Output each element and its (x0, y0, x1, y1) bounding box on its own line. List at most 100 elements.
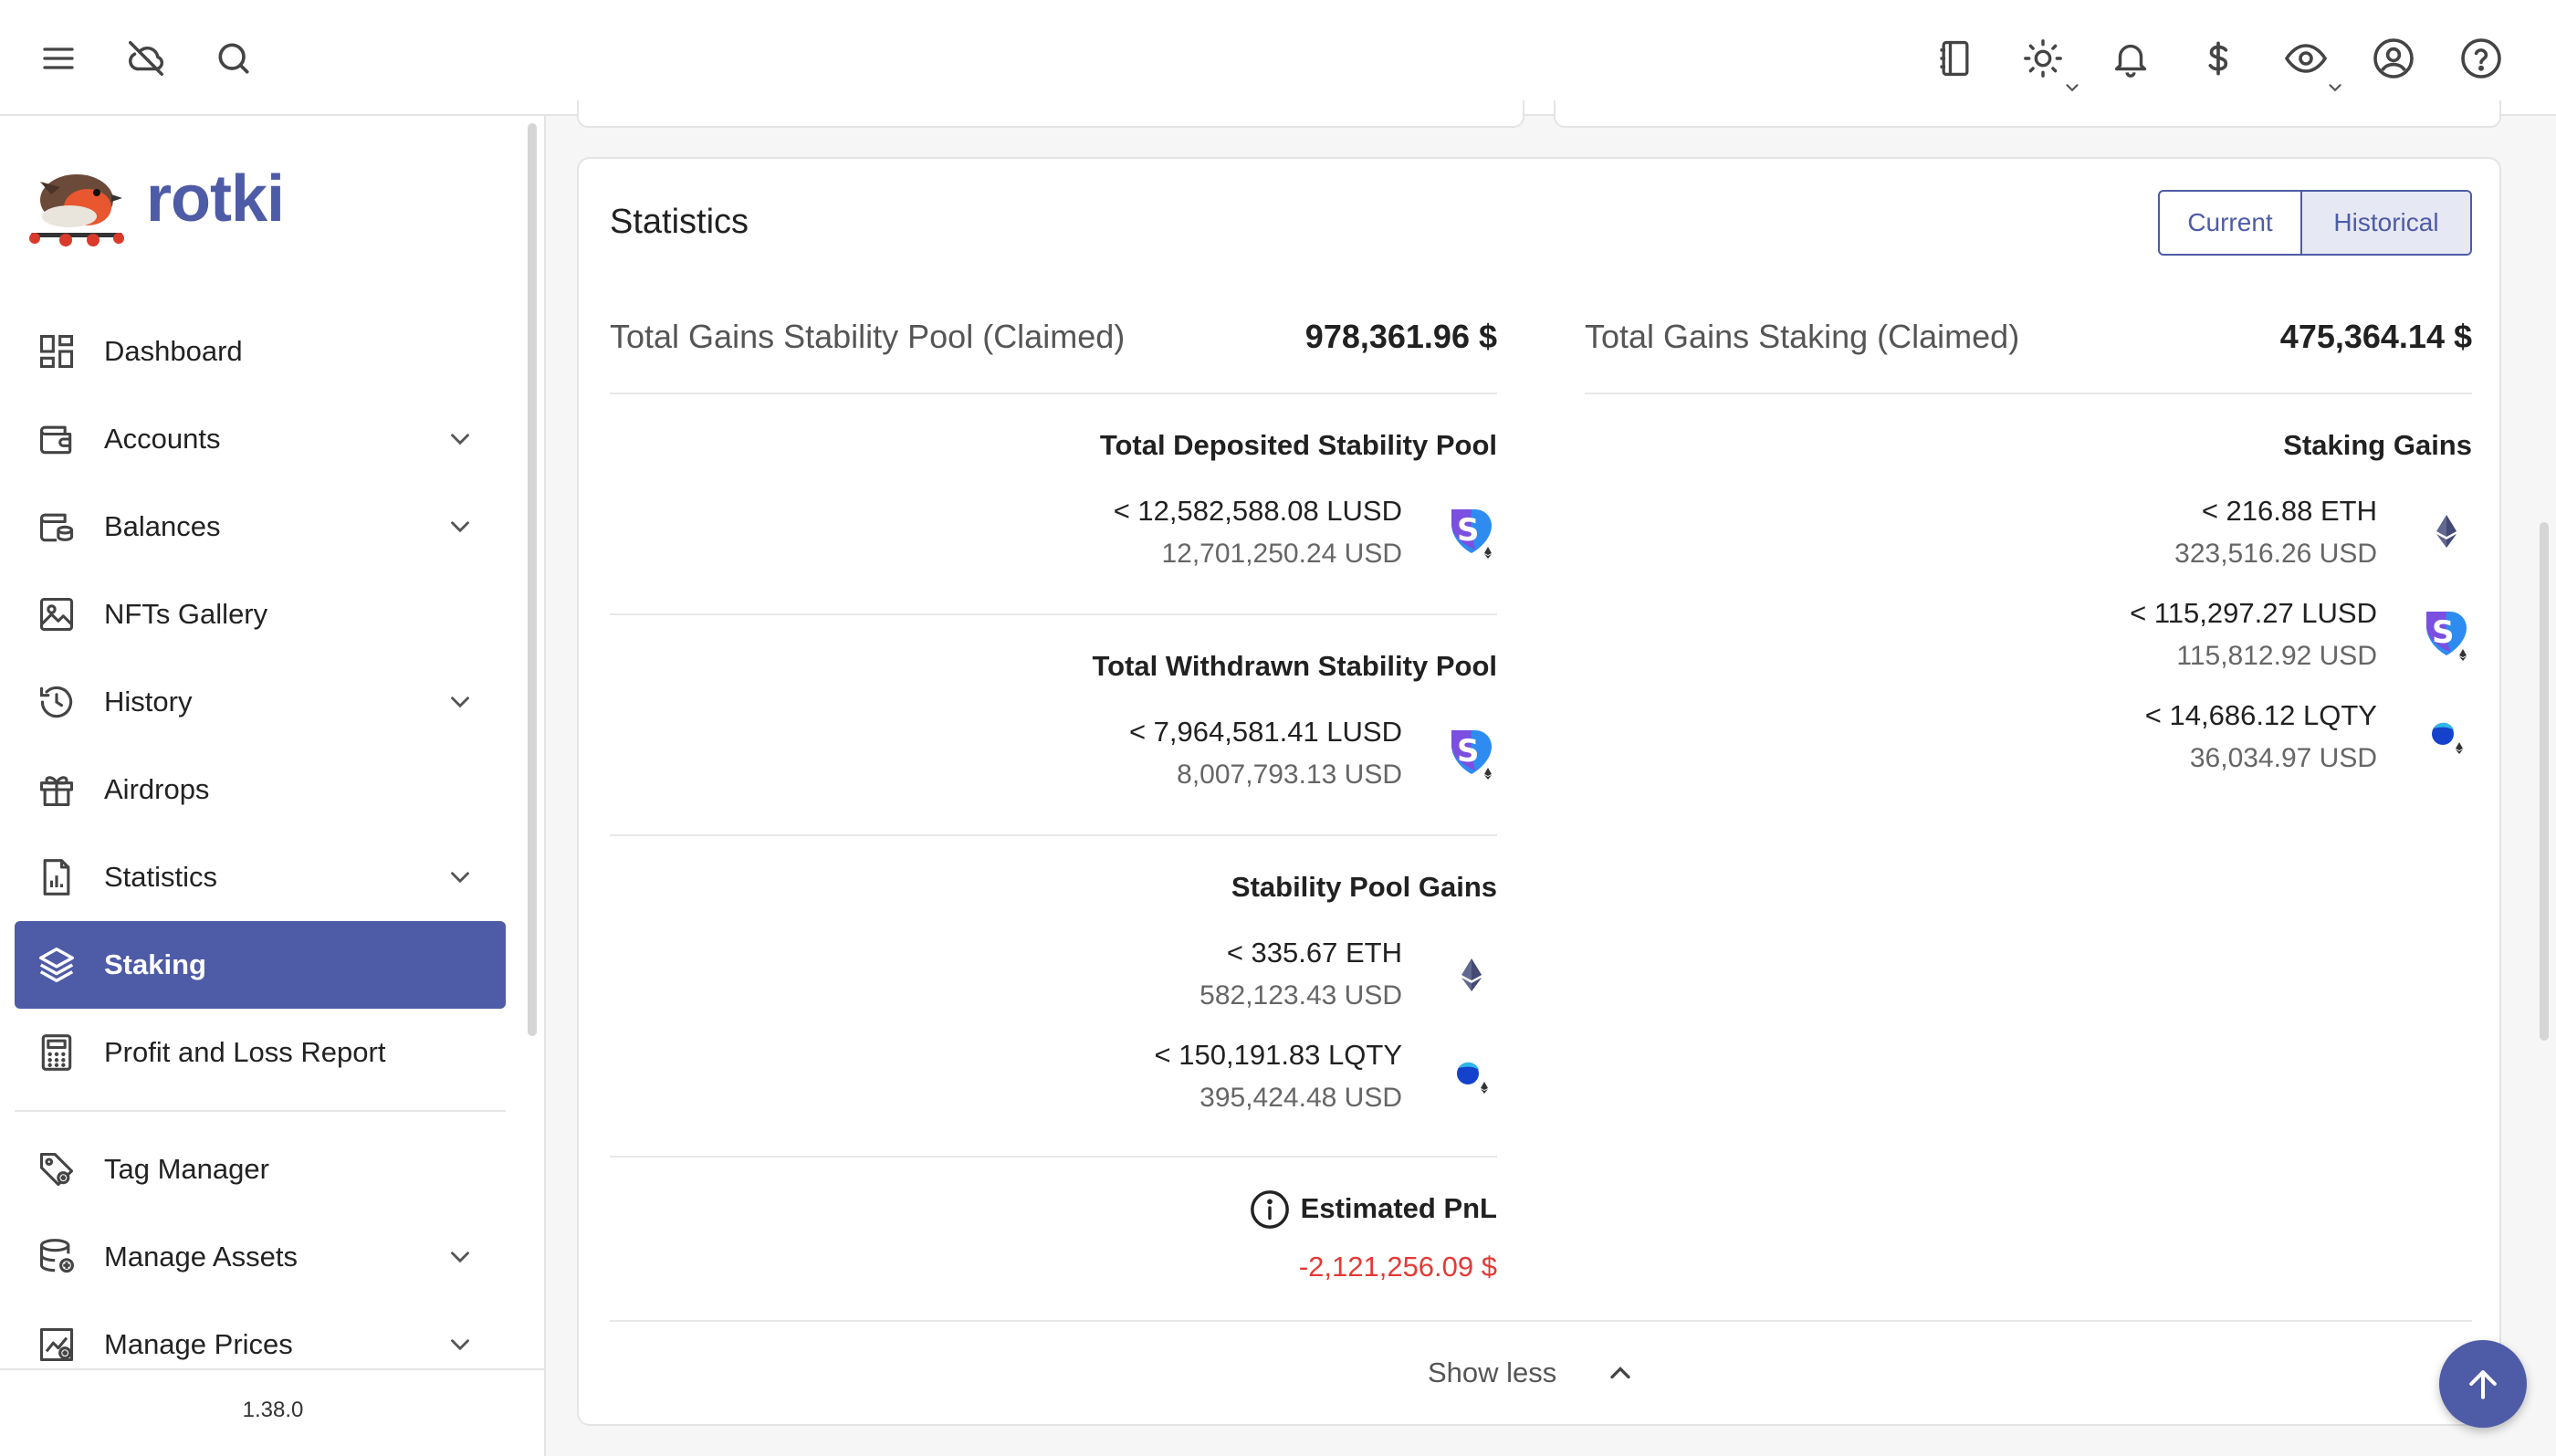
sidebar-item-staking[interactable]: Staking (15, 921, 506, 1009)
app-version: 1.38.0 (242, 1398, 304, 1422)
sidebar-item-history[interactable]: History (15, 658, 506, 746)
show-less-label: Show less (1428, 1356, 1557, 1388)
card-above-right (1554, 100, 2501, 128)
rotki-logo-icon (24, 154, 126, 249)
price-chart-icon (35, 1323, 79, 1367)
chevron-down-icon[interactable] (442, 684, 478, 720)
eth-icon (2421, 504, 2472, 562)
sp-gain-eth-usd: 582,123.43 USD (1199, 980, 1402, 1011)
wallet-icon (35, 417, 79, 461)
account-circle-icon[interactable] (2364, 29, 2423, 88)
svg-text:S: S (2432, 614, 2455, 651)
svg-text:S: S (1457, 512, 1480, 549)
sidebar-item-nfts-gallery[interactable]: NFTs Gallery (15, 571, 506, 658)
cloud-off-icon[interactable] (117, 29, 175, 88)
sidebar-footer-divider (0, 1368, 544, 1370)
chevron-down-icon[interactable] (442, 421, 478, 457)
staking-gain-lqty-amount: < 14,686.12 LQTY (2144, 699, 2377, 731)
chart-icon (35, 855, 79, 899)
estimated-pnl-value: -2,121,256.09 $ (1298, 1251, 1497, 1283)
menu-icon[interactable] (29, 29, 88, 88)
staking-total-gains-value: 475,364.14 $ (2279, 318, 2472, 355)
svg-text:S: S (1457, 733, 1480, 770)
stability-pool-column: Total Gains Stability Pool (Claimed) 978… (610, 159, 1497, 1346)
sidebar-item-label: Accounts (104, 423, 221, 455)
lusd-icon: S (2421, 606, 2472, 665)
divider (610, 1156, 1497, 1157)
sidebar-item-statistics[interactable]: Statistics (15, 833, 506, 921)
sidebar-item-label: Manage Assets (104, 1241, 298, 1273)
lqty-icon (2421, 705, 2472, 763)
deposited-title: Total Deposited Stability Pool (1099, 429, 1497, 461)
chevron-down-icon[interactable] (2059, 75, 2085, 100)
divider (610, 393, 1497, 394)
estimated-pnl-label: Estimated PnL (1300, 1192, 1497, 1224)
sidebar-divider (15, 1110, 506, 1112)
sidebar-item-dashboard[interactable]: Dashboard (15, 308, 506, 395)
sidebar-item-label: Balances (104, 510, 221, 542)
sp-gain-lqty-usd: 395,424.48 USD (1199, 1083, 1402, 1113)
sidebar-item-label: NFTs Gallery (104, 598, 268, 630)
staking-total-gains-label: Total Gains Staking (Claimed) (1585, 318, 2020, 355)
sp-gain-lqty-amount: < 150,191.83 LQTY (1154, 1039, 1402, 1071)
currency-dollar-icon[interactable] (2189, 29, 2247, 88)
top-app-bar (0, 0, 2556, 116)
sp-gain-eth-amount: < 335.67 ETH (1226, 937, 1402, 969)
deposited-amount: < 12,582,588.08 LUSD (1113, 495, 1402, 527)
sidebar-scrollbar[interactable] (528, 123, 537, 1036)
tag-icon (35, 1147, 79, 1191)
stability-pool-gains-title: Stability Pool Gains (1231, 871, 1497, 903)
info-icon[interactable] (1249, 1189, 1291, 1231)
database-icon (35, 1235, 79, 1279)
chevron-down-icon[interactable] (442, 1239, 478, 1275)
stability-pool-total-gains-label: Total Gains Stability Pool (Claimed) (610, 318, 1126, 355)
image-icon (35, 592, 79, 636)
sidebar-item-accounts[interactable]: Accounts (15, 395, 506, 483)
sidebar-item-label: Profit and Loss Report (104, 1036, 386, 1068)
help-icon[interactable] (2452, 29, 2510, 88)
lusd-icon: S (1446, 504, 1497, 562)
search-icon[interactable] (204, 29, 263, 88)
show-less-button[interactable]: Show less (1428, 1346, 1702, 1400)
deposited-usd: 12,701,250.24 USD (1161, 539, 1402, 569)
chevron-down-icon[interactable] (442, 1326, 478, 1363)
staking-gains-title: Staking Gains (2283, 429, 2472, 461)
sidebar-item-profit-and-loss-report[interactable]: Profit and Loss Report (15, 1009, 506, 1096)
scroll-to-top-button[interactable] (2439, 1340, 2527, 1428)
chevron-down-icon[interactable] (442, 859, 478, 896)
divider (610, 1320, 2472, 1322)
sidebar-item-tag-manager[interactable]: Tag Manager (15, 1126, 506, 1213)
arrow-up-icon (2469, 1370, 2497, 1399)
chevron-down-icon[interactable] (442, 508, 478, 545)
staking-column: Total Gains Staking (Claimed) 475,364.14… (1585, 159, 2472, 980)
gift-icon (35, 768, 79, 812)
sidebar-item-label: Airdrops (104, 773, 210, 805)
sidebar-item-manage-assets[interactable]: Manage Assets (15, 1213, 506, 1301)
chevron-down-icon[interactable] (2322, 75, 2348, 100)
sidebar-item-balances[interactable]: Balances (15, 483, 506, 571)
sidebar-item-manage-prices[interactable]: Manage Prices (15, 1301, 506, 1388)
main-scrollbar[interactable] (2540, 522, 2549, 1041)
history-icon (35, 680, 79, 724)
chevron-up-icon (1604, 1356, 1637, 1389)
withdrawn-amount: < 7,964,581.41 LUSD (1128, 716, 1402, 748)
divider (610, 613, 1497, 615)
sidebar-item-label: Tag Manager (104, 1153, 269, 1185)
stability-pool-total-gains-value: 978,361.96 $ (1304, 318, 1497, 355)
staking-gain-lusd-usd: 115,812.92 USD (2176, 641, 2377, 671)
sidebar-item-label: Dashboard (104, 335, 243, 367)
withdrawn-usd: 8,007,793.13 USD (1177, 759, 1402, 790)
app-name: rotki (146, 162, 285, 236)
statistics-card: Statistics Current Historical Total Gain… (577, 157, 2501, 1426)
sidebar-item-label: History (104, 686, 193, 718)
staking-gain-eth-usd: 323,516.26 USD (2174, 539, 2377, 569)
calculator-icon (35, 1031, 79, 1074)
sidebar: rotki Dashboard Accounts Balances NFTs G… (0, 116, 546, 1456)
bell-icon[interactable] (2101, 29, 2160, 88)
divider (1585, 393, 2472, 394)
notebook-icon[interactable] (1926, 29, 1985, 88)
card-above-left (577, 100, 1524, 128)
stack-icon (35, 943, 79, 987)
staking-gain-lusd-amount: < 115,297.27 LUSD (2130, 597, 2377, 629)
sidebar-item-airdrops[interactable]: Airdrops (15, 746, 506, 833)
